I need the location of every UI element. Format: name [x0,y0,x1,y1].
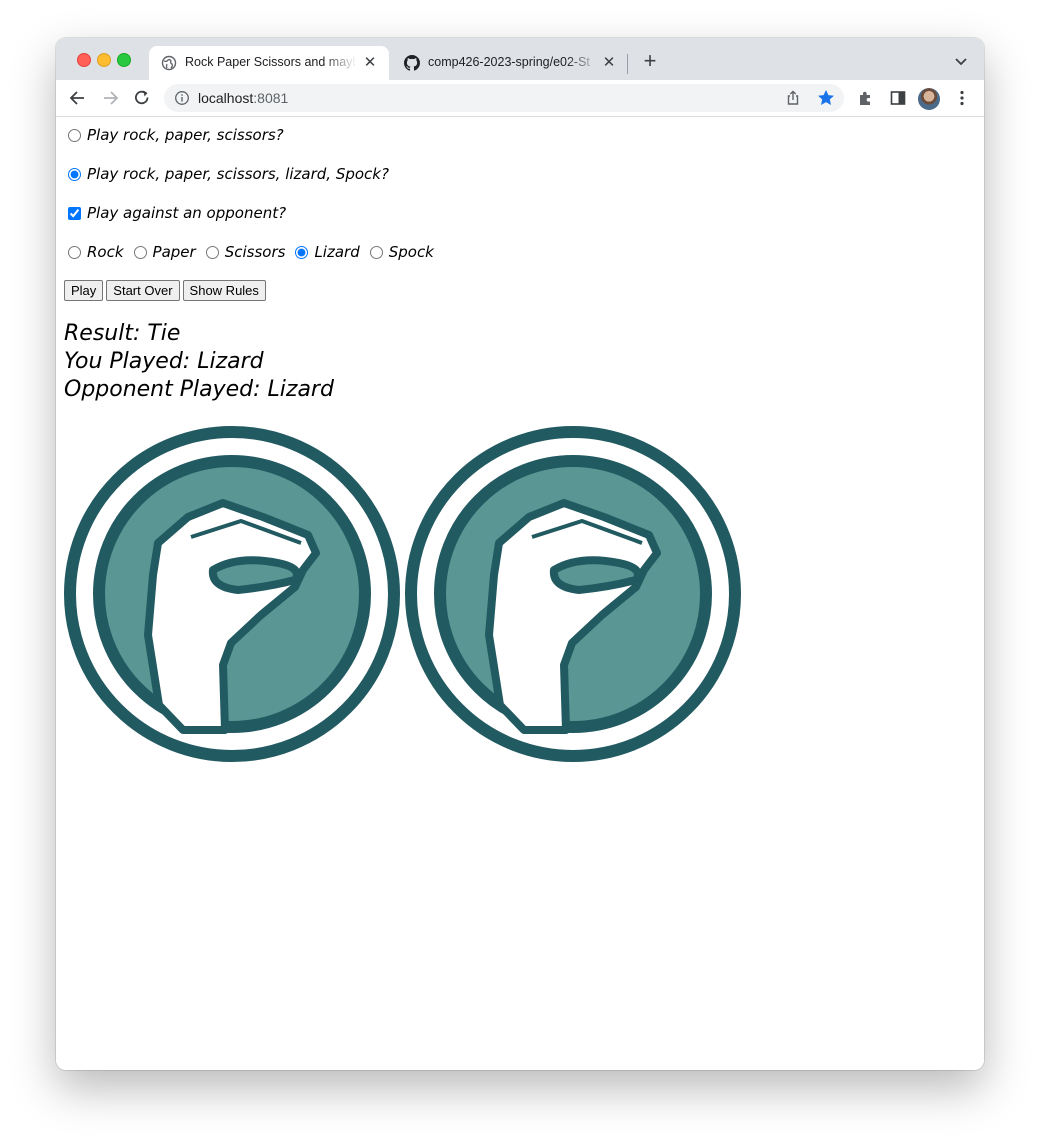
play-button[interactable]: Play [64,280,104,301]
info-icon[interactable] [174,90,190,106]
browser-window: Rock Paper Scissors and mayb ✕ comp426-2… [56,38,984,1070]
forward-arrow-icon[interactable] [100,88,120,108]
close-tab-icon[interactable]: ✕ [361,54,379,72]
move-rock-option[interactable]: Rock [66,243,124,261]
move-lizard-radio[interactable] [295,245,309,259]
game-rpsls-radio[interactable] [68,167,81,181]
profile-avatar[interactable] [918,88,940,110]
back-arrow-icon[interactable] [68,88,88,108]
move-spock-label: Spock [388,243,434,261]
move-spock-radio[interactable] [369,245,383,259]
chevron-down-icon[interactable] [952,52,970,70]
action-buttons: Play Start Over Show Rules [64,280,266,301]
side-panel-icon[interactable] [888,88,908,108]
game-rps-radio[interactable] [68,128,81,142]
game-rpsls-option[interactable]: Play rock, paper, scissors, lizard, Spoc… [66,163,389,185]
new-tab-button[interactable]: + [640,50,660,72]
more-vert-icon[interactable] [952,88,972,108]
globe-icon [161,55,177,71]
maximize-window-button[interactable] [117,53,131,67]
browser-toolbar: localhost:8081 [56,80,984,117]
tab-rock-paper-scissors[interactable]: Rock Paper Scissors and mayb ✕ [149,46,389,80]
move-paper-option[interactable]: Paper [132,243,196,261]
tab-separator [627,54,628,74]
bookmark-star-icon[interactable] [816,88,836,108]
tab-github[interactable]: comp426-2023-spring/e02-St ✕ [392,46,628,80]
opponent-label: Play against an opponent? [87,204,287,222]
game-rps-label: Play rock, paper, scissors? [87,126,284,144]
tab-title: comp426-2023-spring/e02-St [428,55,590,69]
move-lizard-label: Lizard [314,243,360,261]
extensions-puzzle-icon[interactable] [856,88,876,108]
github-icon [404,55,420,71]
address-bar[interactable]: localhost:8081 [164,84,844,112]
move-scissors-label: Scissors [224,243,286,261]
player-lizard-image [64,426,400,762]
move-scissors-radio[interactable] [205,245,219,259]
minimize-window-button[interactable] [97,53,111,67]
opponent-lizard-image [405,426,741,762]
show-rules-button[interactable]: Show Rules [182,280,266,301]
move-rock-label: Rock [87,243,124,261]
reload-icon[interactable] [132,88,152,108]
opponent-played-text: Opponent Played: Lizard [64,377,334,402]
close-tab-icon[interactable]: ✕ [600,54,618,72]
game-rps-option[interactable]: Play rock, paper, scissors? [66,124,284,146]
move-options: Rock Paper Scissors Lizard Spock [66,241,442,263]
tab-strip: Rock Paper Scissors and mayb ✕ comp426-2… [56,38,984,80]
move-paper-label: Paper [152,243,196,261]
close-window-button[interactable] [77,53,91,67]
move-spock-option[interactable]: Spock [368,243,434,261]
move-paper-radio[interactable] [133,245,147,259]
page-content: Play rock, paper, scissors? Play rock, p… [56,117,984,1070]
start-over-button[interactable]: Start Over [106,280,180,301]
url-text: localhost:8081 [198,90,288,106]
result-text: Result: Tie [64,321,181,346]
move-rock-radio[interactable] [68,245,81,259]
url-port: :8081 [253,90,289,106]
move-scissors-option[interactable]: Scissors [204,243,286,261]
move-lizard-option[interactable]: Lizard [293,243,360,261]
you-played-text: You Played: Lizard [64,349,264,374]
game-rpsls-label: Play rock, paper, scissors, lizard, Spoc… [87,165,389,183]
opponent-option[interactable]: Play against an opponent? [66,202,286,224]
url-host: localhost [198,90,254,106]
result-panel: Result: Tie You Played: Lizard Opponent … [64,320,334,404]
share-icon[interactable] [784,89,802,107]
tab-title: Rock Paper Scissors and mayb [185,55,357,69]
opponent-checkbox[interactable] [68,206,81,220]
